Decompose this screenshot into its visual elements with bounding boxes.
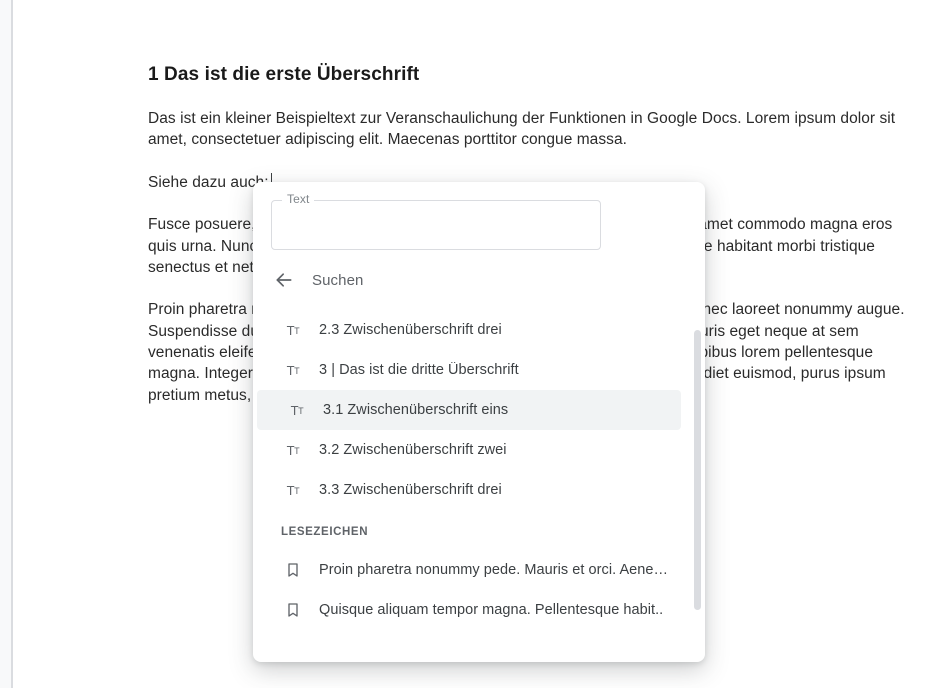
heading-result-hovered[interactable]: TT 3.1 Zwischenüberschrift eins — [257, 390, 681, 430]
heading-result-label: 3.3 Zwischenüberschrift drei — [319, 482, 502, 498]
heading-result[interactable]: TT 3 | Das ist die dritte Überschrift — [253, 350, 685, 390]
heading-result-label: 2.3 Zwischenüberschrift drei — [319, 322, 502, 338]
bookmark-result[interactable]: Proin pharetra nonummy pede. Mauris et o… — [253, 550, 685, 590]
search-label: Suchen — [312, 272, 363, 289]
heading-result[interactable]: TT 3.2 Zwischenüberschrift zwei — [253, 430, 685, 470]
bookmark-icon — [281, 602, 305, 618]
popup-scrollbar[interactable] — [694, 330, 701, 610]
heading-1[interactable]: 1 Das ist die erste Überschrift — [148, 64, 908, 86]
heading-result[interactable]: TT 2.3 Zwischenüberschrift drei — [253, 310, 685, 350]
bookmark-result-label: Proin pharetra nonummy pede. Mauris et o… — [319, 562, 668, 578]
heading-icon: TT — [281, 483, 305, 498]
bookmark-result-label: Quisque aliquam tempor magna. Pellentesq… — [319, 602, 663, 618]
heading-icon: TT — [281, 363, 305, 378]
heading-result-label: 3.1 Zwischenüberschrift eins — [323, 402, 508, 418]
heading-icon: TT — [281, 443, 305, 458]
bookmark-result[interactable]: Quisque aliquam tempor magna. Pellentesq… — [253, 590, 685, 630]
link-text-field[interactable]: Text — [271, 200, 601, 250]
heading-result-label: 3.2 Zwischenüberschrift zwei — [319, 442, 507, 458]
heading-icon: TT — [281, 323, 305, 338]
link-insert-popup: Text Suchen TT 2.3 Zwischenüberschrift d… — [253, 182, 705, 662]
heading-icon: TT — [285, 403, 309, 418]
back-arrow-icon[interactable] — [274, 270, 294, 290]
paragraph[interactable]: Das ist ein kleiner Beispieltext zur Ver… — [148, 108, 908, 151]
section-header-bookmarks: LESEZEICHEN — [253, 514, 685, 550]
results-list: TT 2.3 Zwischenüberschrift drei TT 3 | D… — [253, 310, 685, 630]
heading-result-label: 3 | Das ist die dritte Überschrift — [319, 362, 519, 378]
bookmark-icon — [281, 562, 305, 578]
link-text-field-label: Text — [282, 192, 314, 206]
search-row: Suchen — [274, 270, 363, 290]
heading-result[interactable]: TT 3.3 Zwischenüberschrift drei — [253, 470, 685, 510]
paragraph-text: Siehe dazu auch: — [148, 174, 269, 191]
document-page: 1 Das ist die erste Überschrift Das ist … — [13, 0, 950, 688]
